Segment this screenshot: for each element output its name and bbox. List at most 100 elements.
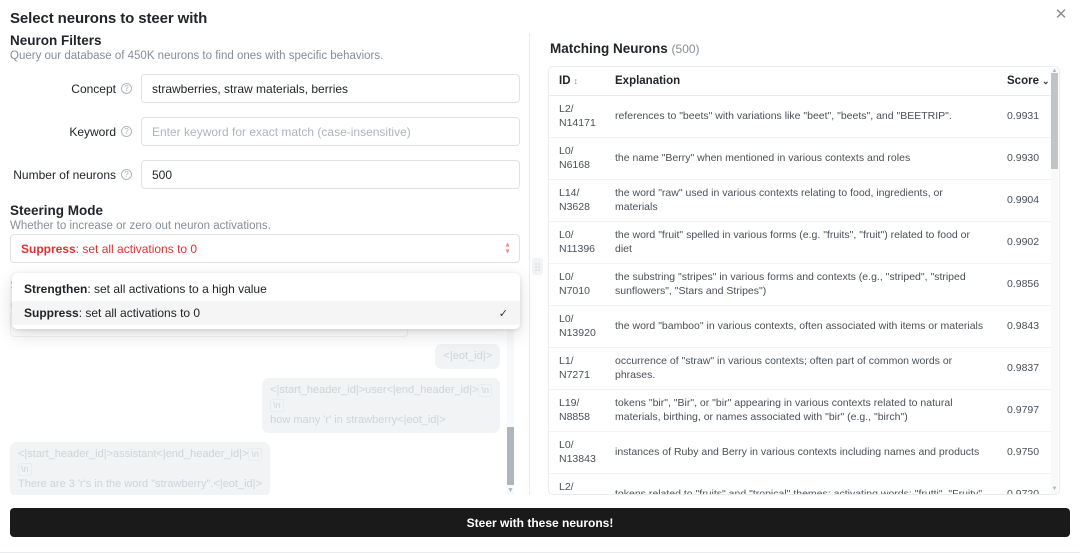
neurons-table-head: ID↕ Explanation Score⌄ — [549, 67, 1053, 96]
table-scrollbar-thumb[interactable] — [1051, 73, 1058, 169]
concept-input[interactable] — [141, 74, 520, 103]
matching-neurons-heading: Matching Neurons (500) — [550, 41, 1068, 56]
table-row[interactable]: L0/ N11396the word "fruit" spelled in va… — [549, 222, 1053, 264]
newline-token: \n — [270, 399, 284, 412]
keyword-input[interactable] — [141, 117, 520, 146]
cell-explanation: the word "bamboo" in various contexts, o… — [605, 306, 997, 348]
column-header-explanation-label: Explanation — [615, 75, 680, 87]
column-header-score-label: Score — [1007, 75, 1039, 87]
pane-resize-handle[interactable] — [532, 258, 543, 275]
cell-explanation: instances of Ruby and Berry in various c… — [605, 432, 997, 474]
cell-neuron-id: L0/ N7010 — [549, 264, 605, 306]
table-row[interactable]: L2/ N116tokens related to "fruits" and "… — [549, 474, 1053, 496]
concept-label: Concept — [71, 82, 116, 96]
steering-mode-description: Whether to increase or zero out neuron a… — [10, 220, 520, 232]
cell-score: 0.9837 — [997, 348, 1053, 390]
steering-mode-select[interactable]: Suppress: set all activations to 0 ▲▼ — [10, 234, 520, 263]
cell-explanation: the word "fruit" spelled in various form… — [605, 222, 997, 264]
table-row[interactable]: L0/ N6168the name "Berry" when mentioned… — [549, 138, 1053, 180]
cell-explanation: tokens "bir", "Bir", or "bir" appearing … — [605, 390, 997, 432]
chat-bubble: <|eot_id|> — [435, 344, 500, 369]
neurons-table-body: L2/ N14171references to "beets" with var… — [549, 96, 1053, 496]
neurons-table-container: ID↕ Explanation Score⌄ L2/ N14171referen… — [548, 66, 1060, 495]
table-row[interactable]: L14/ N3628the word "raw" used in various… — [549, 180, 1053, 222]
conversation-scrollbar-thumb[interactable] — [507, 427, 514, 485]
dropdown-option-suppress-bold: Suppress — [24, 306, 79, 320]
cell-explanation: tokens related to "fruits" and "tropical… — [605, 474, 997, 496]
message-row: <|eot_id|> — [10, 344, 522, 369]
steer-neurons-modal: Select neurons to steer with ✕ Neuron Fi… — [0, 0, 1080, 553]
cell-score: 0.9797 — [997, 390, 1053, 432]
steer-with-these-neurons-button[interactable]: Steer with these neurons! — [10, 508, 1070, 537]
cell-score: 0.9843 — [997, 306, 1053, 348]
keyword-label: Keyword — [69, 125, 116, 139]
cell-neuron-id: L0/ N11396 — [549, 222, 605, 264]
table-row[interactable]: L0/ N13920the word "bamboo" in various c… — [549, 306, 1053, 348]
cell-score: 0.9931 — [997, 96, 1053, 138]
cell-score: 0.9856 — [997, 264, 1053, 306]
steering-mode-selected-bold: Suppress — [21, 242, 76, 256]
number-of-neurons-label: Number of neurons — [13, 168, 116, 182]
column-header-id-label: ID — [559, 75, 571, 87]
column-header-score[interactable]: Score⌄ — [997, 67, 1053, 96]
neuron-filters-heading: Neuron Filters — [10, 33, 520, 48]
steering-mode-heading: Steering Mode — [10, 203, 520, 218]
chat-bubble-text: <|start_header_id|>user<|end_header_id|> — [270, 384, 478, 396]
pane-divider — [529, 33, 530, 495]
matching-neurons-pane: Matching Neurons (500) ID↕ Explanation S… — [548, 33, 1068, 495]
message-row: <|start_header_id|>user<|end_header_id|>… — [10, 378, 522, 433]
table-row[interactable]: L0/ N13843instances of Ruby and Berry in… — [549, 432, 1053, 474]
dropdown-option-strengthen[interactable]: Strengthen: set all activations to a hig… — [12, 277, 520, 301]
matching-neurons-count: (500) — [672, 42, 700, 56]
cell-neuron-id: L0/ N13843 — [549, 432, 605, 474]
cell-explanation: occurrence of "straw" in various context… — [605, 348, 997, 390]
chat-bubble-text: There are 3 'r's in the word "strawberry… — [18, 478, 262, 490]
table-row[interactable]: L1/ N7271occurrence of "straw" in variou… — [549, 348, 1053, 390]
cell-neuron-id: L14/ N3628 — [549, 180, 605, 222]
chevron-updown-icon: ▲▼ — [504, 242, 511, 255]
keyword-label-wrap: Keyword ? — [10, 125, 141, 139]
column-header-explanation[interactable]: Explanation — [605, 67, 997, 96]
steering-mode-selected-value: Suppress: set all activations to 0 — [21, 242, 197, 256]
table-row[interactable]: L19/ N8858tokens "bir", "Bir", or "bir" … — [549, 390, 1053, 432]
help-icon[interactable]: ? — [121, 126, 132, 137]
cell-neuron-id: L19/ N8858 — [549, 390, 605, 432]
newline-token: \n — [18, 463, 32, 476]
cell-explanation: references to "beets" with variations li… — [605, 96, 997, 138]
help-icon[interactable]: ? — [121, 169, 132, 180]
chat-bubble: <|start_header_id|>assistant<|end_header… — [10, 442, 270, 495]
steering-mode-section: Steering Mode Whether to increase or zer… — [10, 203, 520, 232]
scroll-up-icon[interactable]: ▲ — [1051, 68, 1058, 75]
scroll-down-icon[interactable]: ▼ — [1051, 486, 1058, 493]
table-row[interactable]: L2/ N14171references to "beets" with var… — [549, 96, 1053, 138]
chevron-down-icon: ⌄ — [1042, 76, 1050, 86]
table-row[interactable]: L0/ N7010the substring "stripes" in vari… — [549, 264, 1053, 306]
chat-bubble-text: how many 'r' in strawberry<|eot_id|> — [270, 414, 446, 426]
cell-explanation: the word "raw" used in various contexts … — [605, 180, 997, 222]
chat-bubble-text: <|eot_id|> — [443, 350, 492, 362]
newline-token: \n — [248, 448, 262, 461]
cell-explanation: the name "Berry" when mentioned in vario… — [605, 138, 997, 180]
concept-row: Concept ? — [10, 74, 520, 103]
table-header-row: ID↕ Explanation Score⌄ — [549, 67, 1053, 96]
keyword-row: Keyword ? — [10, 117, 520, 146]
cell-neuron-id: L2/ N14171 — [549, 96, 605, 138]
dropdown-option-suppress[interactable]: Suppress: set all activations to 0 ✓ — [12, 301, 520, 325]
help-icon[interactable]: ? — [121, 83, 132, 94]
number-of-neurons-input[interactable] — [141, 160, 520, 189]
check-icon: ✓ — [499, 307, 508, 320]
number-of-neurons-label-wrap: Number of neurons ? — [10, 168, 141, 182]
dropdown-option-strengthen-rest: : set all activations to a high value — [87, 282, 266, 296]
dropdown-option-strengthen-bold: Strengthen — [24, 282, 87, 296]
close-icon[interactable]: ✕ — [1052, 5, 1070, 23]
page-title: Select neurons to steer with — [10, 10, 207, 27]
matching-neurons-title: Matching Neurons — [550, 41, 668, 56]
steering-mode-selected-rest: : set all activations to 0 — [76, 242, 197, 256]
column-header-id[interactable]: ID↕ — [549, 67, 605, 96]
cell-neuron-id: L2/ N116 — [549, 474, 605, 496]
scroll-down-icon[interactable]: ▼ — [507, 487, 514, 495]
message-row: <|start_header_id|>assistant<|end_header… — [10, 442, 522, 495]
conversation-preview: <|eot_id|> <|start_header_id|>user<|end_… — [10, 330, 522, 495]
concept-label-wrap: Concept ? — [10, 82, 141, 96]
cell-explanation: the substring "stripes" in various forms… — [605, 264, 997, 306]
